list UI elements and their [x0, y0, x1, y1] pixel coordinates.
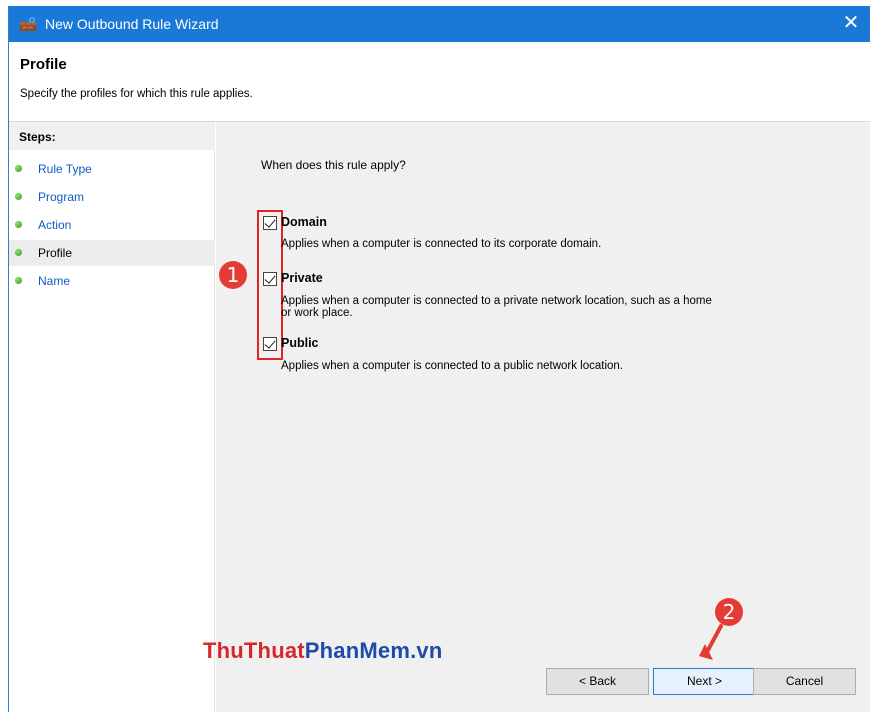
step-label: Rule Type — [38, 162, 92, 176]
window-title: New Outbound Rule Wizard — [45, 16, 219, 32]
step-status-icon — [15, 221, 22, 228]
profile-question: When does this rule apply? — [261, 158, 406, 172]
wizard-window: New Outbound Rule Wizard ✕ Profile Speci… — [8, 6, 870, 712]
firewall-icon — [20, 17, 36, 31]
domain-label[interactable]: Domain — [281, 215, 327, 229]
step-name[interactable]: Name — [9, 268, 215, 294]
step-status-icon — [15, 277, 22, 284]
private-label[interactable]: Private — [281, 271, 323, 285]
title-bar: New Outbound Rule Wizard ✕ — [9, 6, 870, 42]
step-program[interactable]: Program — [9, 184, 215, 210]
private-description-line2: or work place. — [281, 307, 353, 319]
step-status-icon — [15, 193, 22, 200]
page-subtitle: Specify the profiles for which this rule… — [20, 88, 253, 100]
public-checkbox[interactable] — [263, 337, 277, 351]
step-badge-1: 1 — [219, 261, 247, 289]
close-icon: ✕ — [842, 12, 860, 34]
watermark-part1: ThuThuat — [203, 638, 305, 663]
step-label: Program — [38, 190, 85, 204]
step-rule-type[interactable]: Rule Type — [9, 156, 215, 182]
step-status-icon — [15, 165, 22, 172]
step-label: Profile — [38, 246, 73, 260]
private-checkbox[interactable] — [263, 272, 277, 286]
wizard-header: Profile Specify the profiles for which t… — [9, 42, 870, 122]
arrow-icon — [699, 624, 723, 660]
steps-panel: Steps: Rule Type Program Action Profile … — [9, 122, 215, 712]
next-button[interactable]: Next > — [653, 668, 756, 695]
public-label[interactable]: Public — [281, 336, 319, 350]
domain-description: Applies when a computer is connected to … — [281, 238, 602, 250]
page-title: Profile — [20, 56, 67, 73]
cancel-button[interactable]: Cancel — [753, 668, 856, 695]
step-profile: Profile — [9, 240, 215, 266]
watermark-part2: PhanMem.vn — [304, 638, 443, 663]
back-button[interactable]: < Back — [546, 668, 649, 695]
watermark: ThuThuatPhanMem.vn — [203, 638, 443, 664]
content-panel: When does this rule apply? Domain Applie… — [216, 122, 870, 712]
close-button[interactable]: ✕ — [831, 6, 870, 42]
domain-checkbox[interactable] — [263, 216, 277, 230]
public-description: Applies when a computer is connected to … — [281, 360, 624, 372]
step-status-icon — [15, 249, 22, 256]
step-action[interactable]: Action — [9, 212, 215, 238]
private-description-line1: Applies when a computer is connected to … — [281, 295, 712, 307]
step-label: Action — [38, 218, 72, 232]
step-label: Name — [38, 274, 71, 288]
steps-heading: Steps: — [9, 122, 215, 150]
